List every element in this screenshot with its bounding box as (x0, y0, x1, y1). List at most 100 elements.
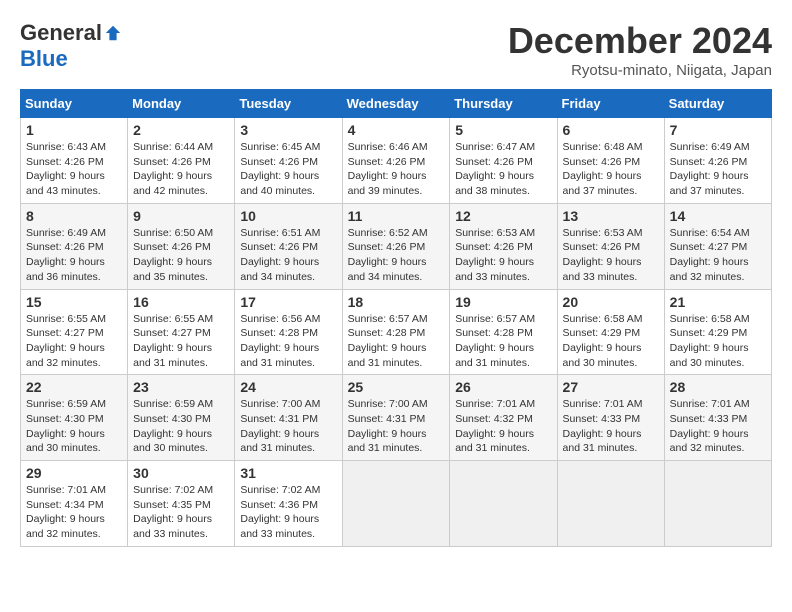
day-info: Sunrise: 6:55 AMSunset: 4:27 PMDaylight:… (26, 312, 122, 371)
day-number: 21 (670, 294, 766, 310)
day-number: 8 (26, 208, 122, 224)
day-number: 12 (455, 208, 551, 224)
weekday-header-friday: Friday (557, 90, 664, 118)
calendar-cell: 14Sunrise: 6:54 AMSunset: 4:27 PMDayligh… (664, 203, 771, 289)
day-number: 26 (455, 379, 551, 395)
day-info: Sunrise: 6:53 AMSunset: 4:26 PMDaylight:… (455, 226, 551, 285)
logo-icon (104, 24, 122, 42)
day-info: Sunrise: 7:02 AMSunset: 4:36 PMDaylight:… (240, 483, 336, 542)
calendar-week-row: 29 Sunrise: 7:01 AMSunset: 4:34 PMDayligh… (21, 461, 772, 547)
day-info: Sunrise: 6:46 AMSunset: 4:26 PMDaylight:… (348, 140, 445, 199)
calendar-cell: 27 Sunrise: 7:01 AMSunset: 4:33 PMDayligh… (557, 375, 664, 461)
day-info: Sunrise: 6:45 AMSunset: 4:26 PMDaylight:… (240, 140, 336, 199)
calendar-cell (342, 461, 450, 547)
day-info: Sunrise: 6:47 AMSunset: 4:26 PMDaylight:… (455, 140, 551, 199)
day-number: 17 (240, 294, 336, 310)
calendar-cell: 3 Sunrise: 6:45 AMSunset: 4:26 PMDaylight… (235, 118, 342, 204)
main-title: December 2024 (508, 20, 772, 62)
calendar-cell: 5 Sunrise: 6:47 AMSunset: 4:26 PMDaylight… (450, 118, 557, 204)
day-info: Sunrise: 6:49 AMSunset: 4:26 PMDaylight:… (670, 140, 766, 199)
day-info: Sunrise: 7:02 AMSunset: 4:35 PMDaylight:… (133, 483, 229, 542)
day-info: Sunrise: 6:59 AMSunset: 4:30 PMDaylight:… (133, 397, 229, 456)
calendar-cell: 16Sunrise: 6:55 AMSunset: 4:27 PMDayligh… (128, 289, 235, 375)
calendar-cell: 31 Sunrise: 7:02 AMSunset: 4:36 PMDayligh… (235, 461, 342, 547)
calendar-body: 1Sunrise: 6:43 AMSunset: 4:26 PMDaylight… (21, 118, 772, 547)
calendar-cell: 30 Sunrise: 7:02 AMSunset: 4:35 PMDayligh… (128, 461, 235, 547)
calendar-cell: 23 Sunrise: 6:59 AMSunset: 4:30 PMDayligh… (128, 375, 235, 461)
calendar-cell: 13 Sunrise: 6:53 AMSunset: 4:26 PMDayligh… (557, 203, 664, 289)
day-number: 18 (348, 294, 445, 310)
day-info: Sunrise: 6:58 AMSunset: 4:29 PMDaylight:… (563, 312, 659, 371)
calendar-cell: 9 Sunrise: 6:50 AMSunset: 4:26 PMDaylight… (128, 203, 235, 289)
day-info: Sunrise: 6:44 AMSunset: 4:26 PMDaylight:… (133, 140, 229, 199)
logo: General Blue (20, 20, 122, 72)
calendar-cell (450, 461, 557, 547)
logo-general: General (20, 20, 102, 46)
day-info: Sunrise: 7:01 AMSunset: 4:32 PMDaylight:… (455, 397, 551, 456)
day-number: 28 (670, 379, 766, 395)
calendar-header-row: SundayMondayTuesdayWednesdayThursdayFrid… (21, 90, 772, 118)
calendar-cell: 24Sunrise: 7:00 AMSunset: 4:31 PMDayligh… (235, 375, 342, 461)
weekday-header-monday: Monday (128, 90, 235, 118)
day-number: 3 (240, 122, 336, 138)
day-number: 9 (133, 208, 229, 224)
day-info: Sunrise: 6:59 AMSunset: 4:30 PMDaylight:… (26, 397, 122, 456)
day-number: 25 (348, 379, 445, 395)
subtitle: Ryotsu-minato, Niigata, Japan (508, 62, 772, 79)
day-info: Sunrise: 6:48 AMSunset: 4:26 PMDaylight:… (563, 140, 659, 199)
calendar-cell: 1Sunrise: 6:43 AMSunset: 4:26 PMDaylight… (21, 118, 128, 204)
calendar-cell: 2Sunrise: 6:44 AMSunset: 4:26 PMDaylight… (128, 118, 235, 204)
calendar-table: SundayMondayTuesdayWednesdayThursdayFrid… (20, 89, 772, 547)
weekday-header-sunday: Sunday (21, 90, 128, 118)
calendar-cell: 11Sunrise: 6:52 AMSunset: 4:26 PMDayligh… (342, 203, 450, 289)
day-info: Sunrise: 6:50 AMSunset: 4:26 PMDaylight:… (133, 226, 229, 285)
weekday-header-thursday: Thursday (450, 90, 557, 118)
day-number: 6 (563, 122, 659, 138)
calendar-cell: 20Sunrise: 6:58 AMSunset: 4:29 PMDayligh… (557, 289, 664, 375)
calendar-week-row: 15 Sunrise: 6:55 AMSunset: 4:27 PMDayligh… (21, 289, 772, 375)
calendar-cell: 29 Sunrise: 7:01 AMSunset: 4:34 PMDayligh… (21, 461, 128, 547)
day-number: 1 (26, 122, 122, 138)
day-info: Sunrise: 6:53 AMSunset: 4:26 PMDaylight:… (563, 226, 659, 285)
day-info: Sunrise: 7:00 AMSunset: 4:31 PMDaylight:… (348, 397, 445, 456)
calendar-cell: 6 Sunrise: 6:48 AMSunset: 4:26 PMDaylight… (557, 118, 664, 204)
day-number: 15 (26, 294, 122, 310)
calendar-cell: 4 Sunrise: 6:46 AMSunset: 4:26 PMDaylight… (342, 118, 450, 204)
calendar-cell: 7Sunrise: 6:49 AMSunset: 4:26 PMDaylight… (664, 118, 771, 204)
day-info: Sunrise: 6:56 AMSunset: 4:28 PMDaylight:… (240, 312, 336, 371)
logo-blue: Blue (20, 46, 68, 71)
weekday-header-saturday: Saturday (664, 90, 771, 118)
day-number: 31 (240, 465, 336, 481)
calendar-cell (664, 461, 771, 547)
day-number: 16 (133, 294, 229, 310)
calendar-cell: 17 Sunrise: 6:56 AMSunset: 4:28 PMDayligh… (235, 289, 342, 375)
page-header: General Blue December 2024 Ryotsu-minato… (20, 20, 772, 79)
day-number: 10 (240, 208, 336, 224)
calendar-cell: 12 Sunrise: 6:53 AMSunset: 4:26 PMDayligh… (450, 203, 557, 289)
day-info: Sunrise: 6:57 AMSunset: 4:28 PMDaylight:… (455, 312, 551, 371)
calendar-cell: 10Sunrise: 6:51 AMSunset: 4:26 PMDayligh… (235, 203, 342, 289)
day-number: 5 (455, 122, 551, 138)
day-number: 23 (133, 379, 229, 395)
day-info: Sunrise: 6:58 AMSunset: 4:29 PMDaylight:… (670, 312, 766, 371)
day-number: 27 (563, 379, 659, 395)
calendar-cell: 26 Sunrise: 7:01 AMSunset: 4:32 PMDayligh… (450, 375, 557, 461)
day-info: Sunrise: 7:01 AMSunset: 4:33 PMDaylight:… (670, 397, 766, 456)
day-number: 29 (26, 465, 122, 481)
calendar-cell: 25 Sunrise: 7:00 AMSunset: 4:31 PMDayligh… (342, 375, 450, 461)
day-info: Sunrise: 6:52 AMSunset: 4:26 PMDaylight:… (348, 226, 445, 285)
day-number: 22 (26, 379, 122, 395)
day-info: Sunrise: 6:54 AMSunset: 4:27 PMDaylight:… (670, 226, 766, 285)
day-info: Sunrise: 7:01 AMSunset: 4:33 PMDaylight:… (563, 397, 659, 456)
day-number: 19 (455, 294, 551, 310)
day-info: Sunrise: 7:01 AMSunset: 4:34 PMDaylight:… (26, 483, 122, 542)
title-block: December 2024 Ryotsu-minato, Niigata, Ja… (508, 20, 772, 79)
day-number: 30 (133, 465, 229, 481)
calendar-cell: 15 Sunrise: 6:55 AMSunset: 4:27 PMDayligh… (21, 289, 128, 375)
calendar-cell: 18Sunrise: 6:57 AMSunset: 4:28 PMDayligh… (342, 289, 450, 375)
day-number: 13 (563, 208, 659, 224)
calendar-cell: 19 Sunrise: 6:57 AMSunset: 4:28 PMDayligh… (450, 289, 557, 375)
day-info: Sunrise: 6:49 AMSunset: 4:26 PMDaylight:… (26, 226, 122, 285)
day-number: 4 (348, 122, 445, 138)
calendar-week-row: 1Sunrise: 6:43 AMSunset: 4:26 PMDaylight… (21, 118, 772, 204)
